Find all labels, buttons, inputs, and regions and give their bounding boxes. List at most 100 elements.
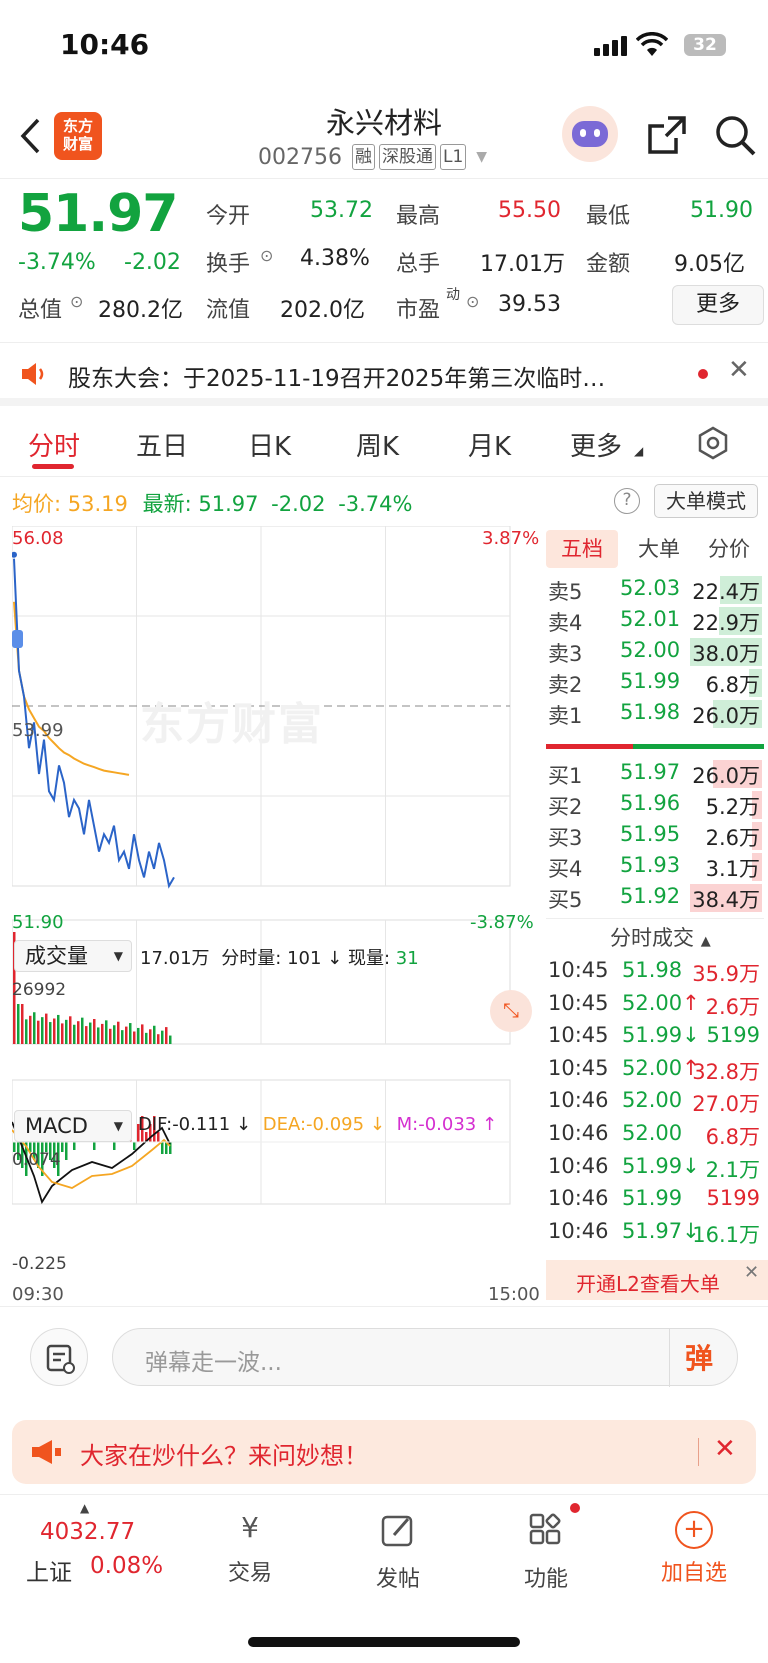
active-tab-indicator (32, 464, 74, 469)
notice-bar[interactable]: 股东大会：于2025-11-19召开2025年第三次临时… ✕ (0, 342, 768, 406)
robot-avatar-icon[interactable] (562, 106, 618, 162)
tab-price-dist[interactable]: 分价 (696, 530, 762, 568)
add-watchlist-button[interactable]: + 加自选 (634, 1511, 754, 1587)
ask-row[interactable]: 卖3 52.00 38.0万 (548, 636, 762, 668)
tab-intraday[interactable]: 分时 (28, 426, 80, 463)
comment-list-icon[interactable] (30, 1328, 88, 1386)
info-dots-icon[interactable]: ⊙ (260, 246, 273, 265)
intraday-chart[interactable] (11, 525, 542, 1306)
more-button[interactable]: 更多 (672, 285, 764, 325)
current-price: 51.97 (18, 184, 178, 244)
search-icon[interactable] (714, 114, 758, 158)
ask-row[interactable]: 卖1 51.98 26.0万 (548, 698, 762, 730)
close-icon[interactable]: ✕ (728, 355, 750, 385)
macd-selector[interactable]: MACD ▼ (14, 1110, 132, 1142)
help-icon[interactable]: ? (614, 488, 640, 514)
info-dots-icon[interactable]: ⊙ (466, 292, 479, 311)
trade-volume: 5199 (706, 1023, 760, 1048)
macd-bar (113, 1142, 116, 1150)
tab-monthly-k[interactable]: 月K (468, 426, 511, 463)
tab-more[interactable]: 更多 (570, 426, 622, 463)
post-button[interactable]: 发帖 (338, 1511, 458, 1593)
expand-icon[interactable]: ⤡ (490, 990, 532, 1032)
gear-icon[interactable] (696, 426, 730, 460)
tab-big-order[interactable]: 大单 (626, 530, 692, 568)
trade-row: 10:45 51.99↓ 5199 (548, 1021, 762, 1055)
volume-bar (37, 1020, 40, 1044)
ask-row[interactable]: 卖4 52.01 22.9万 (548, 605, 762, 637)
macd-selector-label: MACD (25, 1114, 88, 1138)
volume-bar (29, 1015, 32, 1044)
ask-volume: 38.0万 (692, 642, 760, 666)
volume-selector[interactable]: 成交量 ▼ (14, 940, 132, 972)
big-order-mode-button[interactable]: 大单模式 (654, 484, 758, 518)
signal-icon (594, 36, 627, 56)
trade-price: 51.99↓ (622, 1023, 700, 1048)
ask-level-label: 卖1 (548, 704, 583, 728)
index-value[interactable]: 4032.77 (40, 1519, 135, 1545)
bid-row[interactable]: 买5 51.92 38.4万 (548, 882, 762, 914)
bid-row[interactable]: 买1 51.97 26.0万 (548, 758, 762, 790)
tab-weekly-k[interactable]: 周K (356, 426, 399, 463)
volume-bar (109, 1028, 112, 1044)
amount-label: 金额 (586, 252, 631, 277)
ask-level-label: 卖2 (548, 673, 583, 697)
bid-level-label: 买5 (548, 888, 583, 912)
ask-price: 52.01 (620, 607, 681, 631)
open-value: 53.72 (310, 198, 373, 223)
chart-svg (11, 525, 511, 1205)
y-max-label: 56.08 (12, 528, 64, 549)
close-icon[interactable]: ✕ (714, 1434, 736, 1464)
volume-label: 总手 (396, 252, 441, 277)
bid-row[interactable]: 买4 51.93 3.1万 (548, 851, 762, 883)
tab-daily-k[interactable]: 日K (248, 426, 291, 463)
index-name[interactable]: 上证 (26, 1553, 72, 1587)
trade-volume: 2.6万 (705, 994, 760, 1019)
volume-bar (145, 1032, 148, 1044)
vol-sub-label: 分时量: (221, 948, 282, 969)
danmaku-input[interactable]: 弹幕走一波... 弹 (112, 1328, 738, 1387)
vol-sub: 101 (287, 948, 322, 969)
ask-price: 51.98 (620, 700, 681, 724)
danmaku-send-button[interactable]: 弹 (685, 1337, 713, 1377)
volume-bar (105, 1020, 108, 1044)
ask-price: 52.03 (620, 576, 681, 600)
stock-code-line: 002756 融 深股通 L1 ▼ (258, 144, 487, 170)
macd-max-label: 0.074 (12, 1150, 61, 1170)
index-pct[interactable]: 0.08% (90, 1553, 163, 1579)
info-dots-icon[interactable]: ⊙ (70, 292, 83, 311)
trade-button[interactable]: ¥ 交易 (190, 1511, 310, 1587)
ask-row[interactable]: 卖5 52.03 22.4万 (548, 574, 762, 606)
function-button[interactable]: 功能 (486, 1503, 606, 1593)
dropdown-icon: ▼ (113, 1119, 123, 1133)
trade-row: 10:46 51.99↓ 2.1万 (548, 1152, 762, 1186)
trade-volume: 2.1万 (705, 1157, 760, 1182)
change-value: -2.02 (124, 250, 181, 275)
function-label: 功能 (523, 1567, 568, 1592)
plus-circle-icon: + (675, 1511, 713, 1549)
volume-bar (89, 1022, 92, 1044)
bid-row[interactable]: 买3 51.95 2.6万 (548, 820, 762, 852)
ai-banner[interactable]: 大家在炒什么？来问妙想！ ✕ (12, 1420, 756, 1484)
macd-bar (133, 1142, 136, 1150)
share-icon[interactable] (646, 114, 688, 156)
volume-bar (65, 1019, 68, 1044)
ask-volume: 22.4万 (692, 580, 760, 604)
trade-price: 51.98 (622, 958, 683, 982)
volume-bar (61, 1023, 64, 1044)
grid-icon (529, 1513, 561, 1545)
tab-level5[interactable]: 五档 (546, 530, 618, 568)
volume-bar (125, 1026, 128, 1044)
trade-time: 10:45 (548, 1023, 609, 1048)
volume-bar (21, 1004, 24, 1044)
l2-upsell[interactable]: 开通L2查看大单 ✕ (546, 1260, 768, 1300)
caret-up-icon: ▲ (700, 934, 711, 949)
ask-row[interactable]: 卖2 51.99 6.8万 (548, 667, 762, 699)
trades-title[interactable]: 分时成交 ▲ (610, 922, 711, 952)
bid-row[interactable]: 买2 51.96 5.2万 (548, 789, 762, 821)
event-marker-icon (12, 630, 23, 648)
tab-5day[interactable]: 五日 (136, 426, 188, 463)
volume-bar (41, 1017, 44, 1044)
chevron-down-icon[interactable]: ▼ (476, 149, 487, 165)
close-icon[interactable]: ✕ (744, 1262, 759, 1283)
